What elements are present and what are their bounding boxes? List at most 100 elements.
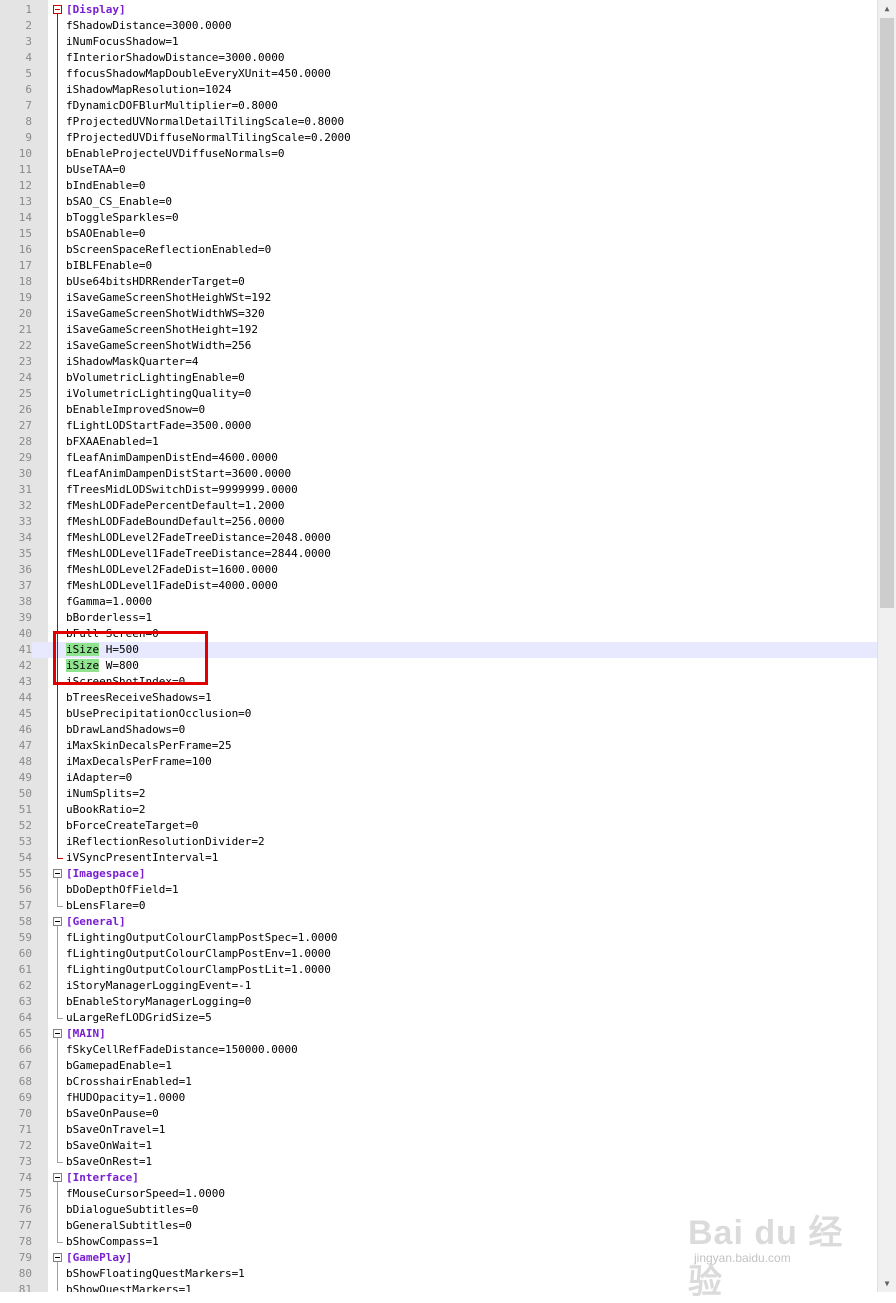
code-line[interactable]: 7 fDynamicDOFBlurMultiplier=0.8000: [0, 98, 877, 114]
code-line[interactable]: 15 bSAOEnable=0: [0, 226, 877, 242]
code-line[interactable]: 68 bCrosshairEnabled=1: [0, 1074, 877, 1090]
vertical-scrollbar[interactable]: ▲ ▼: [877, 0, 896, 1292]
code-line[interactable]: 13 bSAO_CS_Enable=0: [0, 194, 877, 210]
code-line[interactable]: 60 fLightingOutputColourClampPostEnv=1.00…: [0, 946, 877, 962]
text-editor[interactable]: 1 [Display] 2 fShadowDistance=3000.0000 3 iNu…: [0, 0, 877, 1292]
code-line[interactable]: 49 iAdapter=0: [0, 770, 877, 786]
code-line[interactable]: 54 iVSyncPresentInterval=1: [0, 850, 877, 866]
code-line[interactable]: 29 fLeafAnimDampenDistEnd=4600.0000: [0, 450, 877, 466]
scroll-down-arrow-icon[interactable]: ▼: [878, 1275, 896, 1292]
code-line[interactable]: 47 iMaxSkinDecalsPerFrame=25: [0, 738, 877, 754]
code-line[interactable]: 4 fInteriorShadowDistance=3000.0000: [0, 50, 877, 66]
code-line[interactable]: 24 bVolumetricLightingEnable=0: [0, 370, 877, 386]
code-text: bShowFloatingQuestMarkers=1: [66, 1267, 245, 1280]
code-line[interactable]: 46 bDrawLandShadows=0: [0, 722, 877, 738]
code-line[interactable]: 52 bForceCreateTarget=0: [0, 818, 877, 834]
code-line[interactable]: 16 bScreenSpaceReflectionEnabled=0: [0, 242, 877, 258]
code-line[interactable]: 80 bShowFloatingQuestMarkers=1: [0, 1266, 877, 1282]
line-number: 22: [18, 339, 32, 352]
code-line[interactable]: 35 fMeshLODLevel1FadeTreeDistance=2844.00…: [0, 546, 877, 562]
code-line[interactable]: 33 fMeshLODFadeBoundDefault=256.0000: [0, 514, 877, 530]
code-line[interactable]: 71 bSaveOnTravel=1: [0, 1122, 877, 1138]
code-line[interactable]: 75 fMouseCursorSpeed=1.0000: [0, 1186, 877, 1202]
code-line[interactable]: 64 uLargeRefLODGridSize=5: [0, 1010, 877, 1026]
code-line[interactable]: 9 fProjectedUVDiffuseNormalTilingScale=0.…: [0, 130, 877, 146]
code-line[interactable]: 22 iSaveGameScreenShotWidth=256: [0, 338, 877, 354]
code-line[interactable]: 56 bDoDepthOfField=1: [0, 882, 877, 898]
fold-collapse-icon[interactable]: [53, 1173, 62, 1182]
fold-collapse-icon[interactable]: [53, 1029, 62, 1038]
code-line[interactable]: 66 fSkyCellRefFadeDistance=150000.0000: [0, 1042, 877, 1058]
code-line[interactable]: 5 ffocusShadowMapDoubleEveryXUnit=450.000…: [0, 66, 877, 82]
code-line[interactable]: 61 fLightingOutputColourClampPostLit=1.00…: [0, 962, 877, 978]
section-header-line[interactable]: 58 [General]: [0, 914, 877, 930]
code-line[interactable]: 25 iVolumetricLightingQuality=0: [0, 386, 877, 402]
scroll-up-arrow-icon[interactable]: ▲: [878, 0, 896, 17]
line-number: 66: [18, 1043, 32, 1056]
code-line[interactable]: 38 fGamma=1.0000: [0, 594, 877, 610]
code-line[interactable]: 70 bSaveOnPause=0: [0, 1106, 877, 1122]
section-header-line[interactable]: 74 [Interface]: [0, 1170, 877, 1186]
code-line[interactable]: 31 fTreesMidLODSwitchDist=9999999.0000: [0, 482, 877, 498]
code-line[interactable]: 14 bToggleSparkles=0: [0, 210, 877, 226]
fold-collapse-icon[interactable]: [53, 869, 62, 878]
line-number: 46: [18, 723, 32, 736]
code-line[interactable]: 23 iShadowMaskQuarter=4: [0, 354, 877, 370]
code-line[interactable]: 76 bDialogueSubtitles=0: [0, 1202, 877, 1218]
code-line[interactable]: 81 bShowQuestMarkers=1: [0, 1282, 877, 1292]
code-line[interactable]: 3 iNumFocusShadow=1: [0, 34, 877, 50]
code-line[interactable]: 37 fMeshLODLevel1FadeDist=4000.0000: [0, 578, 877, 594]
code-line[interactable]: 72 bSaveOnWait=1: [0, 1138, 877, 1154]
code-line[interactable]: 20 iSaveGameScreenShotWidthWS=320: [0, 306, 877, 322]
code-line[interactable]: 27 fLightLODStartFade=3500.0000: [0, 418, 877, 434]
line-number: 9: [25, 131, 32, 144]
code-line[interactable]: 30 fLeafAnimDampenDistStart=3600.0000: [0, 466, 877, 482]
section-header-line[interactable]: 79 [GamePlay]: [0, 1250, 877, 1266]
code-text: fHUDOpacity=1.0000: [66, 1091, 186, 1104]
code-line[interactable]: 77 bGeneralSubtitles=0: [0, 1218, 877, 1234]
fold-collapse-icon[interactable]: [53, 917, 62, 926]
code-line[interactable]: 51 uBookRatio=2: [0, 802, 877, 818]
code-line[interactable]: 28 bFXAAEnabled=1: [0, 434, 877, 450]
code-line[interactable]: 63 bEnableStoryManagerLogging=0: [0, 994, 877, 1010]
code-line[interactable]: 10 bEnableProjecteUVDiffuseNormals=0: [0, 146, 877, 162]
section-header-line[interactable]: 55 [Imagespace]: [0, 866, 877, 882]
code-line[interactable]: 67 bGamepadEnable=1: [0, 1058, 877, 1074]
code-line[interactable]: 12 bIndEnable=0: [0, 178, 877, 194]
scrollbar-thumb[interactable]: [880, 18, 894, 608]
code-line[interactable]: 32 fMeshLODFadePercentDefault=1.2000: [0, 498, 877, 514]
line-number: 34: [18, 531, 32, 544]
code-line[interactable]: 39 bBorderless=1: [0, 610, 877, 626]
section-header-line[interactable]: 1 [Display]: [0, 2, 877, 18]
code-line[interactable]: 2 fShadowDistance=3000.0000: [0, 18, 877, 34]
code-line[interactable]: 34 fMeshLODLevel2FadeTreeDistance=2048.00…: [0, 530, 877, 546]
code-line[interactable]: 36 fMeshLODLevel2FadeDist=1600.0000: [0, 562, 877, 578]
code-line[interactable]: 44 bTreesReceiveShadows=1: [0, 690, 877, 706]
fold-guide-line: [57, 418, 58, 434]
code-line[interactable]: 21 iSaveGameScreenShotHeight=192: [0, 322, 877, 338]
fold-guide-line: [57, 1186, 58, 1202]
section-header-line[interactable]: 65 [MAIN]: [0, 1026, 877, 1042]
code-line[interactable]: 11 bUseTAA=0: [0, 162, 877, 178]
code-line[interactable]: 17 bIBLFEnable=0: [0, 258, 877, 274]
code-line[interactable]: 8 fProjectedUVNormalDetailTilingScale=0.8…: [0, 114, 877, 130]
code-line[interactable]: 59 fLightingOutputColourClampPostSpec=1.0…: [0, 930, 877, 946]
code-line[interactable]: 69 fHUDOpacity=1.0000: [0, 1090, 877, 1106]
code-line[interactable]: 6 iShadowMapResolution=1024: [0, 82, 877, 98]
code-line[interactable]: 18 bUse64bitsHDRRenderTarget=0: [0, 274, 877, 290]
code-line[interactable]: 62 iStoryManagerLoggingEvent=-1: [0, 978, 877, 994]
code-line[interactable]: 19 iSaveGameScreenShotHeighWSt=192: [0, 290, 877, 306]
code-line[interactable]: 57 bLensFlare=0: [0, 898, 877, 914]
code-line[interactable]: 48 iMaxDecalsPerFrame=100: [0, 754, 877, 770]
code-line[interactable]: 45 bUsePrecipitationOcclusion=0: [0, 706, 877, 722]
code-line[interactable]: 26 bEnableImprovedSnow=0: [0, 402, 877, 418]
code-text: bForceCreateTarget=0: [66, 819, 199, 832]
code-line[interactable]: 53 iReflectionResolutionDivider=2: [0, 834, 877, 850]
code-line[interactable]: 78 bShowCompass=1: [0, 1234, 877, 1250]
code-line[interactable]: 50 iNumSplits=2: [0, 786, 877, 802]
line-number: 61: [18, 963, 32, 976]
code-line[interactable]: 73 bSaveOnRest=1: [0, 1154, 877, 1170]
fold-collapse-icon[interactable]: [53, 1253, 62, 1262]
line-number: 45: [18, 707, 32, 720]
fold-collapse-icon[interactable]: [53, 5, 62, 14]
